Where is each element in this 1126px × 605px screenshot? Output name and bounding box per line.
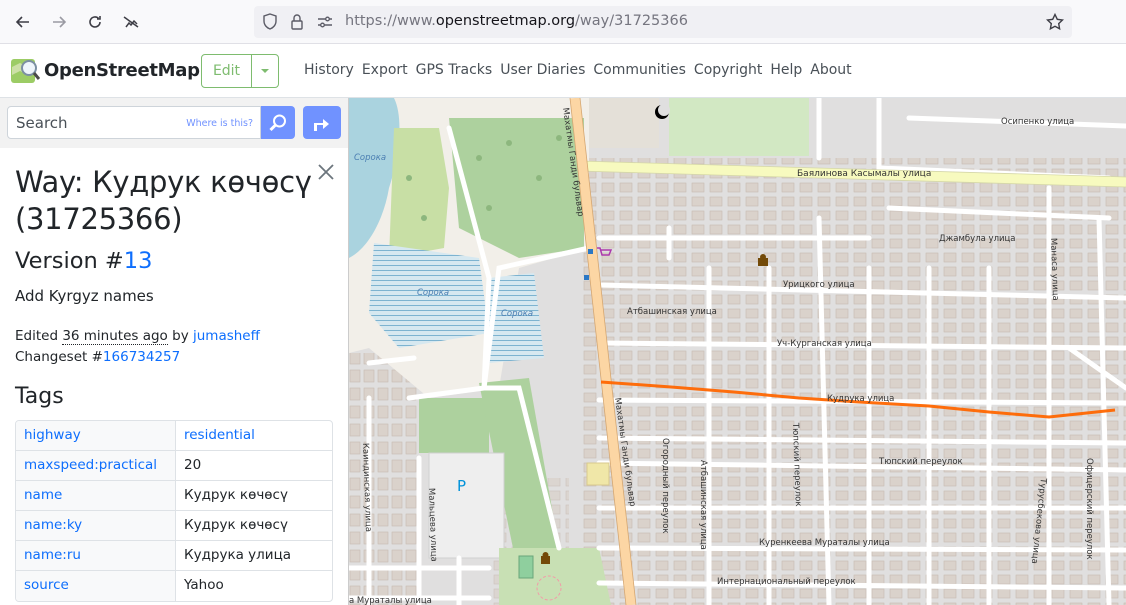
directions-icon	[314, 118, 329, 131]
edit-button-group: Edit	[201, 54, 279, 88]
browser-toolbar: https://www.openstreetmap.org/way/317253…	[0, 0, 1126, 44]
tag-value: Кудрук көчөсү	[184, 517, 288, 533]
nav-gps-tracks[interactable]: GPS Tracks	[416, 62, 493, 78]
version-link[interactable]: 13	[124, 248, 153, 274]
bus-stop-icon	[588, 249, 593, 254]
tag-key-link[interactable]: name:ky	[16, 511, 176, 540]
tag-key-link[interactable]: highway	[16, 421, 176, 450]
edited-time: 36 minutes ago	[62, 328, 168, 345]
nav-export[interactable]: Export	[362, 62, 408, 78]
tag-value: Yahoo	[184, 577, 224, 593]
street-label: Осипенко улица	[1001, 117, 1074, 127]
bus-stop-icon	[584, 275, 589, 280]
tag-key-link[interactable]: name	[16, 481, 176, 510]
site-brand[interactable]: OpenStreetMap	[44, 60, 200, 81]
tag-row: name Кудрук көчөсү	[16, 481, 332, 511]
tag-key-link[interactable]: source	[16, 571, 176, 601]
changeset-comment: Add Kyrgyz names	[15, 287, 154, 305]
nav-history[interactable]: History	[304, 62, 354, 78]
street-label: Кудрука улица	[827, 394, 894, 404]
parking-label: P	[457, 477, 466, 495]
main-nav: History Export GPS Tracks User Diaries C…	[304, 62, 860, 78]
street-label: а Мураталы улица	[349, 596, 432, 605]
tag-value: 20	[184, 457, 202, 473]
url-text[interactable]: https://www.openstreetmap.org/way/317253…	[345, 13, 688, 29]
map-graphic[interactable]: Сорока Сорока Сорока Баялинова Касымалы …	[349, 98, 1126, 605]
map-canvas[interactable]: Сорока Сорока Сорока Баялинова Касымалы …	[349, 98, 1126, 605]
tracking-protection-icon[interactable]	[118, 9, 144, 35]
street-label: Офицерский переулок	[1084, 458, 1094, 560]
tag-value-link[interactable]: residential	[176, 421, 332, 450]
where-is-this-link[interactable]: Where is this?	[186, 118, 253, 129]
street-label: Уч-Курганская улица	[777, 339, 872, 349]
street-label: Урицкого улица	[783, 280, 855, 290]
tag-row: name:ky Кудрук көчөсү	[16, 511, 332, 541]
tag-row: name:ru Кудрука улица	[16, 541, 332, 571]
nav-user-diaries[interactable]: User Diaries	[500, 62, 585, 78]
permissions-icon[interactable]	[316, 13, 334, 35]
tags-heading: Tags	[15, 384, 64, 409]
caret-down-icon	[261, 69, 269, 73]
directions-button[interactable]	[303, 106, 341, 139]
bookmark-star-icon[interactable]	[1045, 12, 1065, 35]
edited-info: Edited 36 minutes ago by jumasheff	[15, 328, 260, 345]
lock-icon[interactable]	[290, 13, 304, 35]
edit-button[interactable]: Edit	[202, 55, 252, 87]
street-label: Баялинова Касымалы улица	[797, 169, 931, 179]
water-label: Сорока	[417, 288, 449, 298]
tag-key-link[interactable]: maxspeed:practical	[16, 451, 176, 480]
tags-table: highway residential maxspeed:practical 20 …	[15, 420, 333, 602]
version-heading: Version #13	[15, 248, 152, 274]
search-area: Search Where is this?	[0, 98, 348, 148]
page-title: Way: Кудрук көчөсү (31725366)	[15, 165, 312, 236]
nav-copyright[interactable]: Copyright	[694, 62, 762, 78]
changeset-info: Changeset #166734257	[15, 349, 181, 365]
tag-key-link[interactable]: name:ru	[16, 541, 176, 570]
user-link[interactable]: jumasheff	[193, 328, 260, 344]
street-label: Атбашинская улица	[627, 307, 717, 317]
version-prefix: Version #	[15, 248, 124, 274]
street-label: Тюпский переулок	[878, 457, 963, 467]
nav-help[interactable]: Help	[770, 62, 802, 78]
street-label: Атбашинская улица	[698, 460, 708, 550]
street-label: Интернациональный переулок	[717, 577, 856, 587]
url-bar[interactable]: https://www.openstreetmap.org/way/317253…	[254, 6, 1072, 38]
nav-communities[interactable]: Communities	[593, 62, 686, 78]
close-icon[interactable]	[316, 162, 336, 182]
site-header: OpenStreetMap Edit History Export GPS Tr…	[0, 44, 1126, 98]
changeset-link[interactable]: 166734257	[103, 349, 180, 365]
reload-icon[interactable]	[82, 9, 108, 35]
street-label: Куренкеева Мураталы улица	[759, 538, 890, 548]
sidebar: Search Where is this? Way: Кудрук көчөсү…	[0, 98, 349, 605]
magnifier-icon	[269, 114, 286, 131]
forward-arrow-icon[interactable]	[46, 9, 72, 35]
back-arrow-icon[interactable]	[10, 9, 36, 35]
water-label: Сорока	[354, 153, 386, 163]
water-label: Сорока	[501, 309, 533, 319]
street-label: Огородный переулок	[660, 438, 670, 534]
street-label: Джамбула улица	[939, 234, 1016, 244]
shield-icon[interactable]	[262, 13, 278, 35]
search-placeholder: Search	[16, 114, 68, 132]
edit-dropdown-toggle[interactable]	[252, 55, 278, 87]
tag-row: source Yahoo	[16, 571, 332, 601]
tag-row: highway residential	[16, 421, 332, 451]
osm-logo-icon[interactable]	[10, 57, 41, 85]
building-yellow	[586, 462, 610, 486]
nav-about[interactable]: About	[810, 62, 851, 78]
search-input[interactable]: Search Where is this?	[7, 106, 261, 139]
tag-value: Кудрук көчөсү	[184, 487, 288, 503]
tag-value: Кудрука улица	[184, 547, 292, 563]
tag-row: maxspeed:practical 20	[16, 451, 332, 481]
search-button[interactable]	[261, 106, 295, 139]
